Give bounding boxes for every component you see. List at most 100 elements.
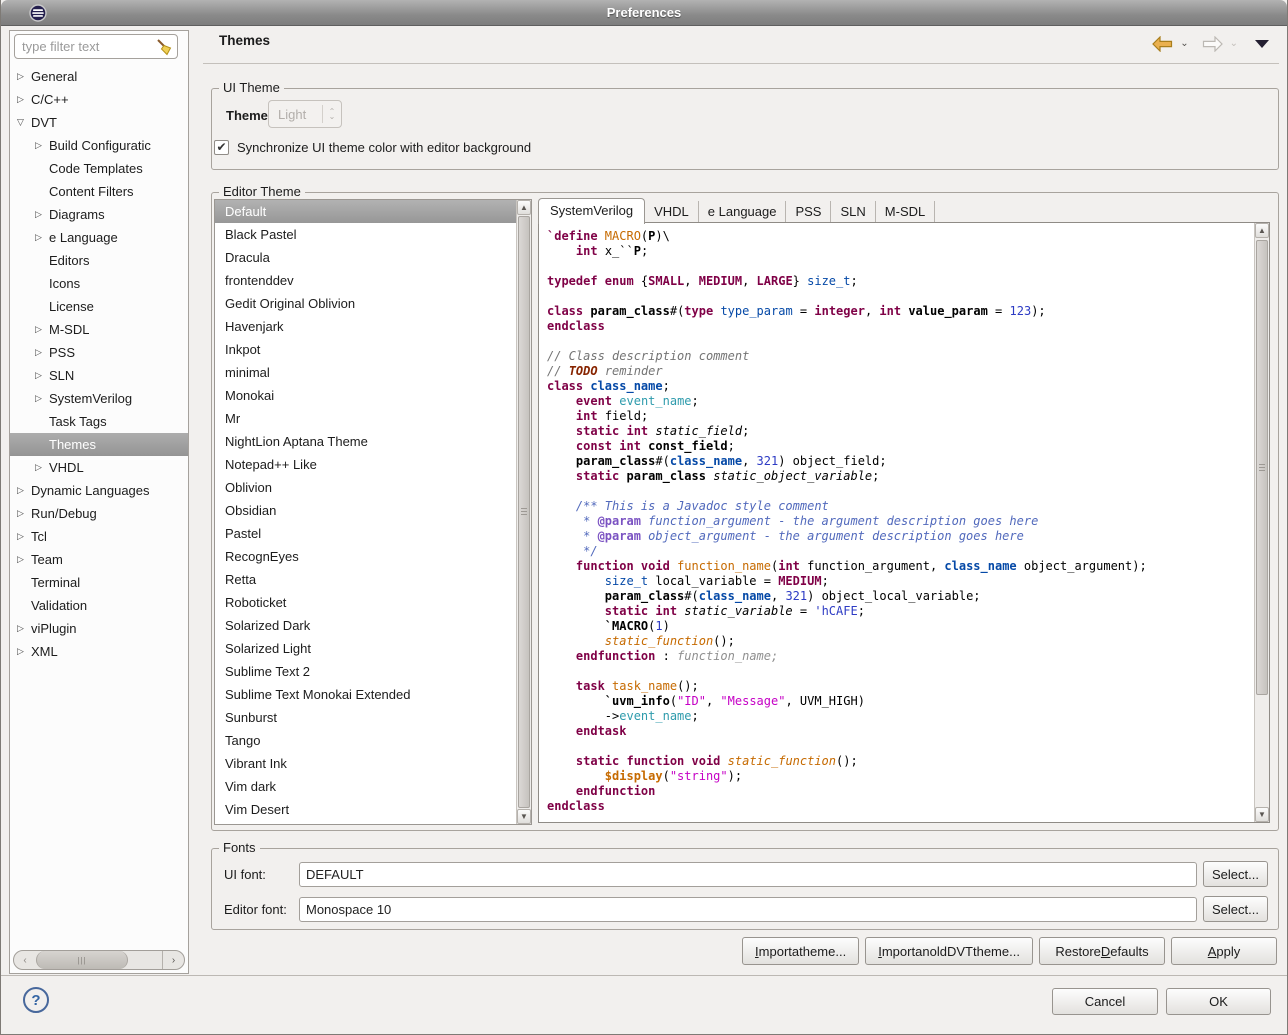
tree-item-terminal[interactable]: Terminal	[10, 571, 188, 594]
theme-item-notepad-like[interactable]: Notepad++ Like	[215, 453, 531, 476]
tree-item-team[interactable]: ▷Team	[10, 548, 188, 571]
code-preview-text[interactable]: `define MACRO(P)\ int x_``P; typedef enu…	[539, 223, 1254, 822]
theme-item-solarized-light[interactable]: Solarized Light	[215, 637, 531, 660]
tree-item-xml[interactable]: ▷XML	[10, 640, 188, 663]
theme-item-havenjark[interactable]: Havenjark	[215, 315, 531, 338]
editor-font-select-button[interactable]: Select...	[1203, 896, 1268, 922]
tree-item-content-filters[interactable]: Content Filters	[10, 180, 188, 203]
tab-pss[interactable]: PSS	[786, 201, 831, 223]
theme-item-sublime-text-monokai-extended[interactable]: Sublime Text Monokai Extended	[215, 683, 531, 706]
tree-hscroll-thumb[interactable]: |||	[36, 951, 128, 969]
collapsed-arrow-icon[interactable]: ▷	[31, 140, 46, 151]
ui-font-input[interactable]	[299, 862, 1197, 887]
theme-item-vim-desert[interactable]: Vim Desert	[215, 798, 531, 821]
forward-icon[interactable]	[1202, 36, 1223, 52]
filter-box[interactable]	[14, 34, 178, 59]
theme-item-dracula[interactable]: Dracula	[215, 246, 531, 269]
theme-item-monokai[interactable]: Monokai	[215, 384, 531, 407]
expanded-arrow-icon[interactable]: ▽	[13, 117, 28, 128]
clear-filter-broom-icon[interactable]	[155, 38, 173, 56]
theme-item-recogneyes[interactable]: RecognEyes	[215, 545, 531, 568]
collapsed-arrow-icon[interactable]: ▷	[31, 393, 46, 404]
theme-item-nightlion-aptana-theme[interactable]: NightLion Aptana Theme	[215, 430, 531, 453]
theme-item-vibrant-ink[interactable]: Vibrant Ink	[215, 752, 531, 775]
tree-item-build-configuratic[interactable]: ▷Build Configuratic	[10, 134, 188, 157]
theme-item-vim-dark[interactable]: Vim dark	[215, 775, 531, 798]
tab-systemverilog[interactable]: SystemVerilog	[538, 198, 645, 224]
theme-item-retta[interactable]: Retta	[215, 568, 531, 591]
tree-hscroll-track[interactable]	[128, 951, 162, 969]
tree-item-dvt[interactable]: ▽DVT	[10, 111, 188, 134]
collapsed-arrow-icon[interactable]: ▷	[31, 347, 46, 358]
theme-item-minimal[interactable]: minimal	[215, 361, 531, 384]
import-old-dvt-theme-button[interactable]: Import an old DVT theme...	[865, 937, 1033, 965]
tree-item-editors[interactable]: Editors	[10, 249, 188, 272]
tree-item-tcl[interactable]: ▷Tcl	[10, 525, 188, 548]
theme-item-mr[interactable]: Mr	[215, 407, 531, 430]
tree-item-license[interactable]: License	[10, 295, 188, 318]
collapsed-arrow-icon[interactable]: ▷	[31, 324, 46, 335]
tree-item-systemverilog[interactable]: ▷SystemVerilog	[10, 387, 188, 410]
theme-list-scrollbar[interactable]: ▲ ▼	[516, 200, 531, 824]
theme-item-sublime-text-2[interactable]: Sublime Text 2	[215, 660, 531, 683]
scroll-up-icon[interactable]: ▲	[517, 200, 531, 215]
tab-e-language[interactable]: e Language	[699, 201, 787, 223]
tree-item-general[interactable]: ▷General	[10, 65, 188, 88]
collapsed-arrow-icon[interactable]: ▷	[13, 646, 28, 657]
scroll-down-icon[interactable]: ▼	[1255, 807, 1269, 822]
tree-item-m-sdl[interactable]: ▷M-SDL	[10, 318, 188, 341]
scroll-left-icon[interactable]: ‹	[14, 951, 36, 969]
filter-input[interactable]	[15, 39, 155, 54]
theme-list[interactable]: DefaultBlack PastelDraculafrontenddevGed…	[214, 199, 532, 825]
tree-item-dynamic-languages[interactable]: ▷Dynamic Languages	[10, 479, 188, 502]
collapsed-arrow-icon[interactable]: ▷	[13, 94, 28, 105]
tree-item-code-templates[interactable]: Code Templates	[10, 157, 188, 180]
theme-item-gedit-original-oblivion[interactable]: Gedit Original Oblivion	[215, 292, 531, 315]
tree-item-c-c[interactable]: ▷C/C++	[10, 88, 188, 111]
theme-item-tango[interactable]: Tango	[215, 729, 531, 752]
cancel-button[interactable]: Cancel	[1052, 988, 1158, 1015]
apply-button[interactable]: Apply	[1171, 937, 1277, 965]
tree-item-themes[interactable]: Themes	[10, 433, 188, 456]
import-theme-button[interactable]: Import a theme...	[742, 937, 859, 965]
tree-item-viplugin[interactable]: ▷viPlugin	[10, 617, 188, 640]
collapsed-arrow-icon[interactable]: ▷	[13, 623, 28, 634]
code-scrollbar[interactable]: ▲ ▼	[1254, 223, 1269, 822]
tree-item-pss[interactable]: ▷PSS	[10, 341, 188, 364]
eclipse-logo-icon[interactable]	[29, 4, 47, 22]
tree-horizontal-scrollbar[interactable]: ‹ ||| ›	[13, 950, 185, 970]
view-menu-icon[interactable]	[1255, 40, 1269, 48]
scroll-up-icon[interactable]: ▲	[1255, 223, 1269, 238]
theme-item-frontenddev[interactable]: frontenddev	[215, 269, 531, 292]
tab-m-sdl[interactable]: M-SDL	[876, 201, 935, 223]
tree-item-validation[interactable]: Validation	[10, 594, 188, 617]
tree-item-icons[interactable]: Icons	[10, 272, 188, 295]
ok-button[interactable]: OK	[1166, 988, 1271, 1015]
ui-font-select-button[interactable]: Select...	[1203, 861, 1268, 887]
tree-item-run-debug[interactable]: ▷Run/Debug	[10, 502, 188, 525]
scroll-down-icon[interactable]: ▼	[517, 809, 531, 824]
theme-item-pastel[interactable]: Pastel	[215, 522, 531, 545]
scroll-right-icon[interactable]: ›	[162, 951, 184, 969]
theme-list-scroll-thumb[interactable]	[518, 216, 530, 808]
tree-item-e-language[interactable]: ▷e Language	[10, 226, 188, 249]
code-scroll-thumb[interactable]	[1256, 240, 1268, 695]
collapsed-arrow-icon[interactable]: ▷	[31, 370, 46, 381]
collapsed-arrow-icon[interactable]: ▷	[13, 485, 28, 496]
collapsed-arrow-icon[interactable]: ▷	[31, 462, 46, 473]
theme-item-obsidian[interactable]: Obsidian	[215, 499, 531, 522]
tree-item-vhdl[interactable]: ▷VHDL	[10, 456, 188, 479]
collapsed-arrow-icon[interactable]: ▷	[13, 71, 28, 82]
restore-defaults-button[interactable]: Restore Defaults	[1039, 937, 1165, 965]
ui-theme-combo[interactable]: Light ⌃⌄	[268, 100, 342, 128]
editor-font-input[interactable]	[299, 897, 1197, 922]
title-bar[interactable]: Preferences	[1, 0, 1287, 26]
collapsed-arrow-icon[interactable]: ▷	[31, 209, 46, 220]
back-history-chevron-icon[interactable]: ⌄	[1180, 39, 1188, 49]
forward-history-chevron-icon[interactable]: ⌄	[1230, 39, 1238, 49]
tab-sln[interactable]: SLN	[831, 201, 875, 223]
theme-item-roboticket[interactable]: Roboticket	[215, 591, 531, 614]
help-button[interactable]: ?	[23, 987, 49, 1013]
collapsed-arrow-icon[interactable]: ▷	[13, 554, 28, 565]
collapsed-arrow-icon[interactable]: ▷	[13, 531, 28, 542]
